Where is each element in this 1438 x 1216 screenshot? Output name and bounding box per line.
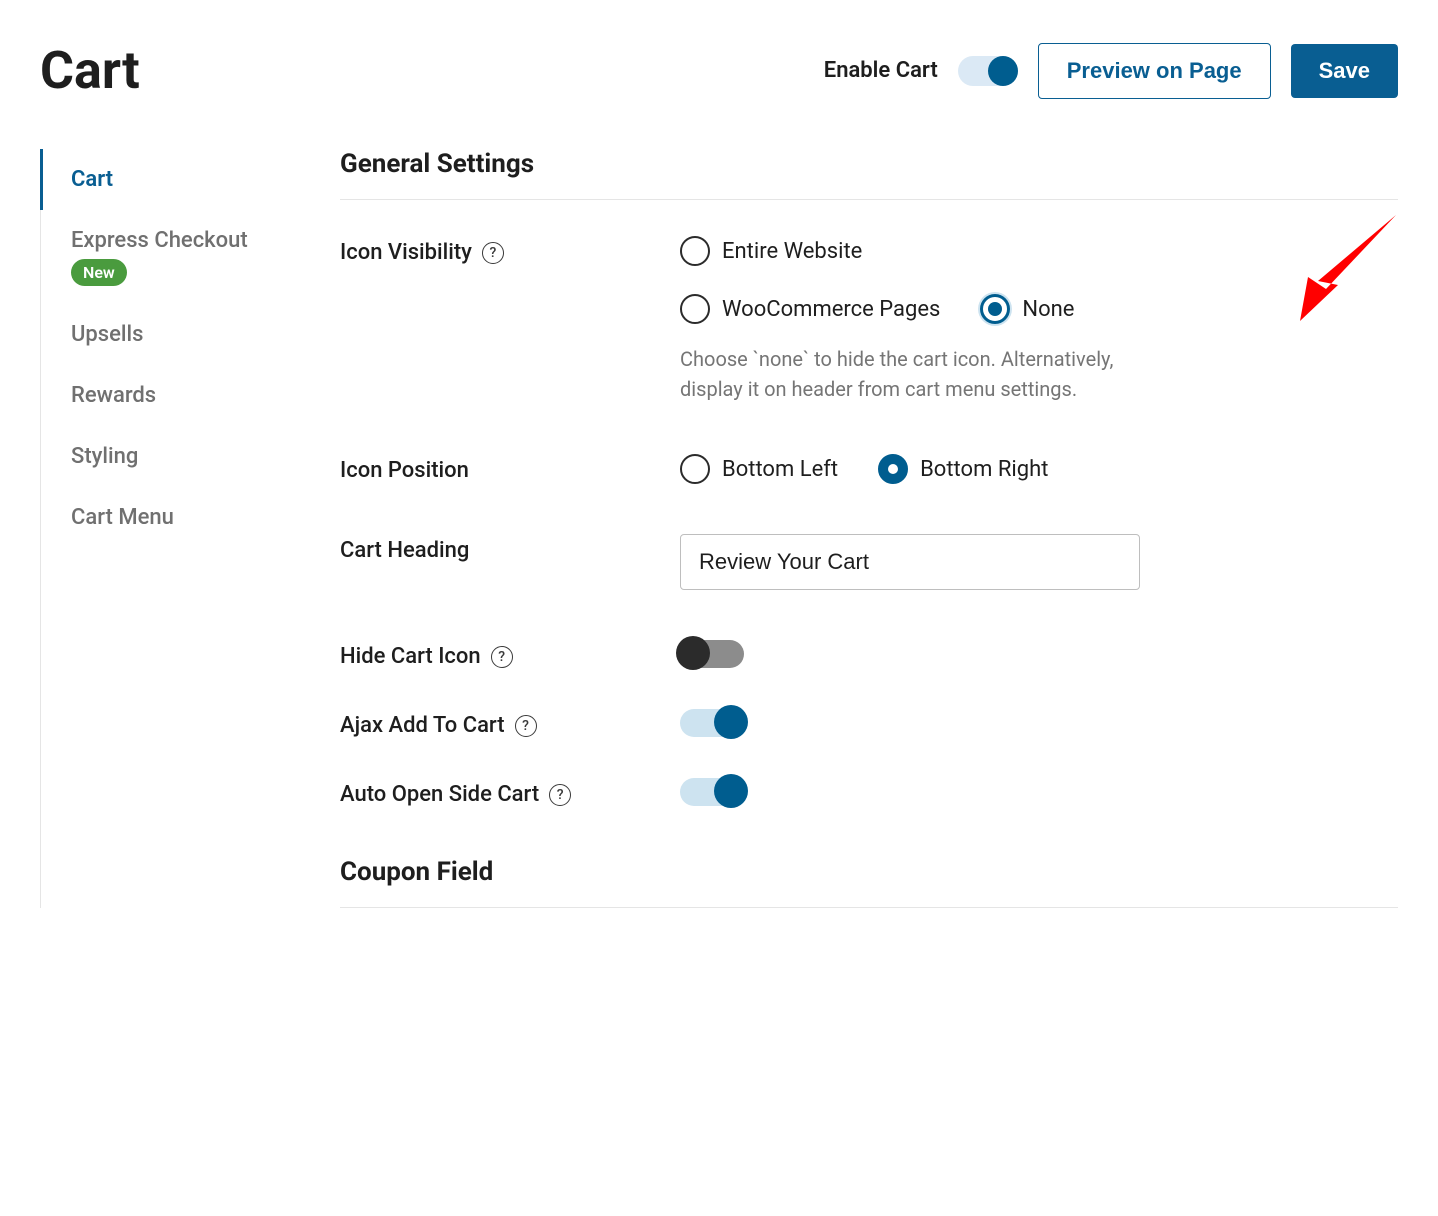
sidebar-item-label: Styling — [71, 444, 138, 469]
field-label: Hide Cart Icon — [340, 644, 481, 669]
row-icon-visibility: Icon Visibility ? Entire Website WooComm… — [340, 236, 1398, 404]
radio-label: Entire Website — [722, 239, 862, 264]
page-title: Cart — [40, 40, 140, 101]
radio-label: Bottom Right — [920, 457, 1048, 482]
radio-label: WooCommerce Pages — [722, 297, 940, 322]
sidebar: Cart Express Checkout New Upsells Reward… — [40, 149, 300, 908]
header-actions: Enable Cart Preview on Page Save — [824, 43, 1398, 99]
hide-cart-icon-toggle[interactable] — [680, 640, 744, 668]
sidebar-item-cart-menu[interactable]: Cart Menu — [40, 487, 300, 548]
field-label: Icon Visibility — [340, 240, 472, 265]
sidebar-item-label: Upsells — [71, 322, 143, 347]
radio-icon — [680, 454, 710, 484]
field-label: Auto Open Side Cart — [340, 782, 539, 807]
preview-button[interactable]: Preview on Page — [1038, 43, 1271, 99]
field-label: Cart Heading — [340, 538, 469, 563]
sidebar-item-cart[interactable]: Cart — [40, 149, 300, 210]
help-text: Choose `none` to hide the cart icon. Alt… — [680, 344, 1120, 404]
radio-label: None — [1022, 297, 1074, 322]
help-icon[interactable]: ? — [482, 242, 504, 264]
row-icon-position: Icon Position Bottom Left Bottom Right — [340, 454, 1398, 484]
sidebar-item-rewards[interactable]: Rewards — [40, 365, 300, 426]
sidebar-item-upsells[interactable]: Upsells — [40, 304, 300, 365]
section-title-coupon: Coupon Field — [340, 857, 1398, 908]
sidebar-item-label: Cart — [71, 167, 113, 192]
radio-icon — [680, 236, 710, 266]
help-icon[interactable]: ? — [515, 715, 537, 737]
section-title-general: General Settings — [340, 149, 1398, 200]
radio-woocommerce-pages[interactable]: WooCommerce Pages — [680, 294, 940, 324]
auto-open-toggle[interactable] — [680, 778, 744, 806]
page-header: Cart Enable Cart Preview on Page Save — [40, 40, 1398, 101]
radio-icon — [878, 454, 908, 484]
help-icon[interactable]: ? — [549, 784, 571, 806]
row-cart-heading: Cart Heading — [340, 534, 1398, 590]
cart-heading-input[interactable] — [680, 534, 1140, 590]
radio-bottom-left[interactable]: Bottom Left — [680, 454, 838, 484]
enable-cart-toggle[interactable] — [958, 56, 1018, 86]
enable-cart-label: Enable Cart — [824, 58, 938, 83]
row-hide-cart-icon: Hide Cart Icon ? — [340, 640, 1398, 669]
field-label: Ajax Add To Cart — [340, 713, 505, 738]
sidebar-item-label: Express Checkout — [71, 228, 248, 253]
sidebar-item-styling[interactable]: Styling — [40, 426, 300, 487]
row-ajax-add-to-cart: Ajax Add To Cart ? — [340, 709, 1398, 738]
row-auto-open-side-cart: Auto Open Side Cart ? — [340, 778, 1398, 807]
radio-icon — [680, 294, 710, 324]
radio-label: Bottom Left — [722, 457, 838, 482]
new-badge: New — [71, 259, 127, 286]
sidebar-item-express-checkout[interactable]: Express Checkout New — [40, 210, 300, 304]
radio-icon — [980, 294, 1010, 324]
ajax-add-toggle[interactable] — [680, 709, 744, 737]
save-button[interactable]: Save — [1291, 44, 1398, 98]
radio-bottom-right[interactable]: Bottom Right — [878, 454, 1048, 484]
sidebar-item-label: Cart Menu — [71, 505, 174, 530]
radio-entire-website[interactable]: Entire Website — [680, 236, 862, 266]
field-label: Icon Position — [340, 458, 469, 483]
sidebar-item-label: Rewards — [71, 383, 156, 408]
radio-none[interactable]: None — [980, 294, 1074, 324]
main-content: General Settings Icon Visibility ? Entir… — [340, 149, 1398, 908]
help-icon[interactable]: ? — [491, 646, 513, 668]
